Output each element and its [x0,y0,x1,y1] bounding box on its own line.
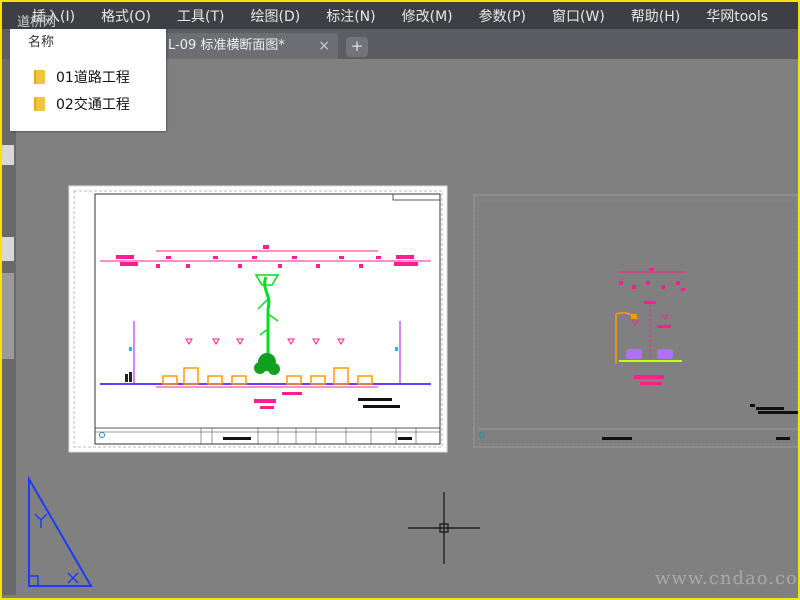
panel-watermark-text: 道桥网 [17,15,57,30]
folder-icon [34,97,45,111]
tool-palette-panel: 名称 01道路工程 02交通工程 [10,29,166,131]
panel-header-name: 名称 [28,35,55,50]
left-tool-strip [2,59,16,595]
layout-sheet-right [473,194,798,448]
left-strip-button[interactable] [2,237,14,261]
close-icon[interactable]: × [318,33,330,59]
menu-window[interactable]: 窗口(W) [538,6,617,26]
layout-sheet-left [68,185,448,453]
menu-parameter[interactable]: 参数(P) [465,6,538,26]
drawing-tab-label: L-09 标准横断面图* [168,38,285,53]
list-item[interactable]: 01道路工程 [34,67,130,87]
menu-draw[interactable]: 绘图(D) [237,6,313,26]
menu-tools[interactable]: 工具(T) [163,6,236,26]
new-tab-button[interactable]: + [346,37,368,57]
ucs-icon [28,476,93,587]
folder-icon [34,70,45,84]
site-watermark: www.cndao.com [655,568,800,589]
menu-format[interactable]: 格式(O) [87,6,163,26]
drawing-tab[interactable]: L-09 标准横断面图* × [142,33,338,59]
list-item-label: 01道路工程 [56,70,130,86]
drawing-canvas[interactable] [16,59,798,596]
menu-modify[interactable]: 修改(M) [388,6,465,26]
list-item[interactable]: 02交通工程 [34,94,130,114]
menu-bar: 插入(I) 格式(O) 工具(T) 绘图(D) 标注(N) 修改(M) 参数(P… [2,2,798,29]
left-strip-button[interactable] [2,145,14,165]
menu-huawang-tools[interactable]: 华网tools [692,6,780,26]
list-item-label: 02交通工程 [56,97,130,113]
menu-help[interactable]: 帮助(H) [617,6,692,26]
crosshair-cursor-icon [408,492,480,564]
left-strip-scroll[interactable] [2,273,14,359]
menu-dimension[interactable]: 标注(N) [312,6,387,26]
